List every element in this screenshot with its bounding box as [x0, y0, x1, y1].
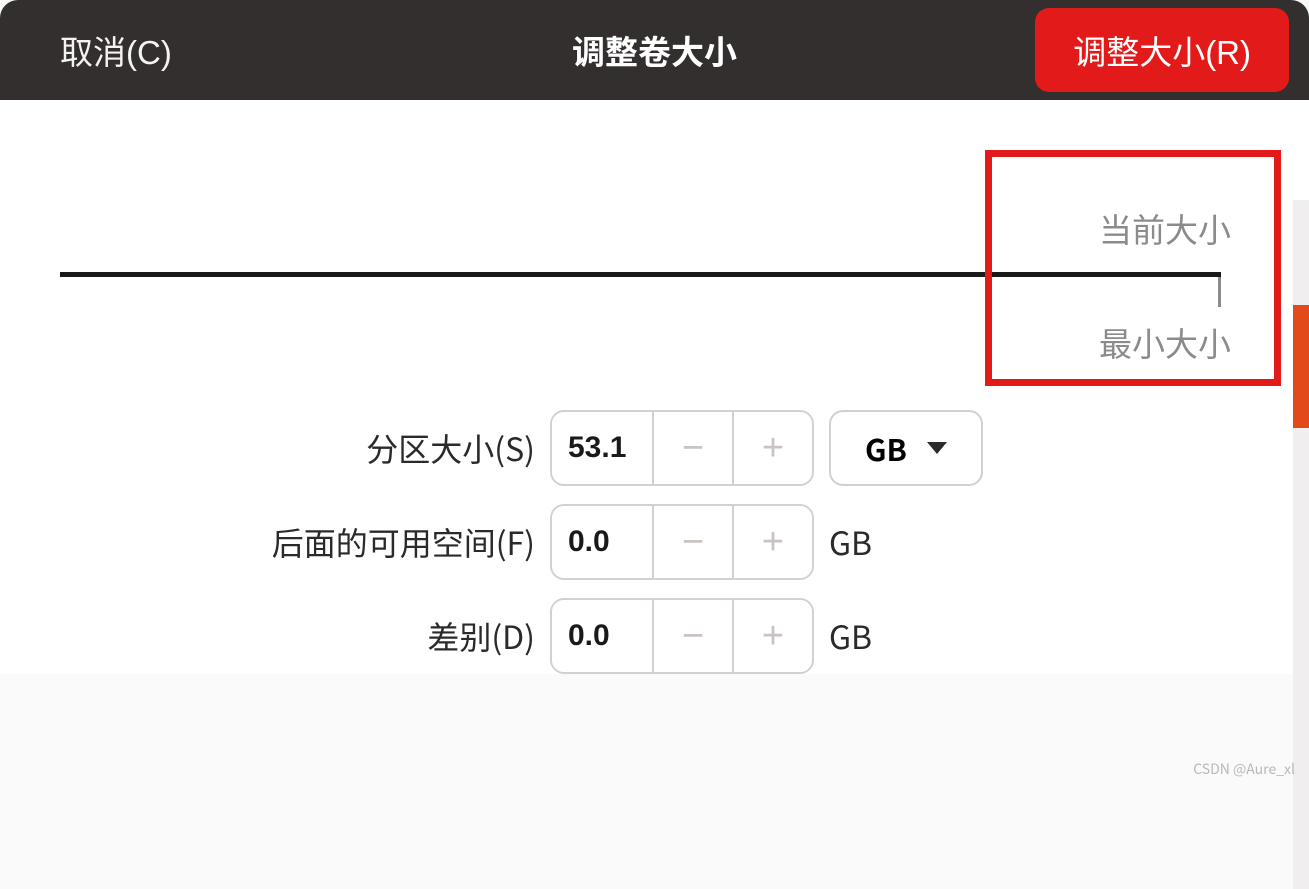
difference-row: 差别(D) − + GB: [0, 598, 1309, 674]
resize-button[interactable]: 调整大小(R): [1035, 8, 1289, 92]
partition-size-decrement[interactable]: −: [652, 412, 732, 484]
partition-size-row: 分区大小(S) − + GB: [0, 410, 1309, 486]
dialog-header: 取消(C) 调整卷大小 调整大小(R): [0, 0, 1309, 100]
size-slider-area: 当前大小 最小大小: [0, 150, 1309, 320]
min-size-label: 最小大小: [1099, 318, 1231, 366]
dialog-title: 调整卷大小: [572, 26, 737, 74]
form-area: 分区大小(S) − + GB 后面的可用空间(F) − + GB 差别(D): [0, 410, 1309, 674]
difference-spinner: − +: [550, 598, 814, 674]
partition-size-unit-value: GB: [865, 426, 907, 470]
size-slider-track[interactable]: [60, 272, 1221, 277]
free-space-row: 后面的可用空间(F) − + GB: [0, 504, 1309, 580]
free-space-increment[interactable]: +: [732, 506, 812, 578]
partition-size-input[interactable]: [552, 412, 652, 484]
slider-tick: [1218, 277, 1221, 307]
partition-size-increment[interactable]: +: [732, 412, 812, 484]
difference-unit: GB: [829, 613, 872, 659]
chevron-down-icon: [927, 442, 947, 454]
partition-size-label: 分区大小(S): [0, 425, 535, 471]
free-space-unit: GB: [829, 519, 872, 565]
right-edge-accent: [1293, 305, 1309, 428]
free-space-input[interactable]: [552, 506, 652, 578]
cancel-button[interactable]: 取消(C): [20, 8, 212, 92]
difference-input[interactable]: [552, 600, 652, 672]
free-space-spinner: − +: [550, 504, 814, 580]
difference-label: 差别(D): [0, 613, 535, 659]
watermark-text: CSDN @Aure_xl: [1193, 759, 1295, 779]
free-space-label: 后面的可用空间(F): [0, 519, 535, 565]
current-size-label: 当前大小: [1099, 210, 1231, 246]
dialog-body: 当前大小 最小大小 分区大小(S) − + GB 后面的可用空间(F) − +: [0, 100, 1309, 674]
difference-decrement[interactable]: −: [652, 600, 732, 672]
difference-increment[interactable]: +: [732, 600, 812, 672]
partition-size-spinner: − +: [550, 410, 814, 486]
partition-size-unit-select[interactable]: GB: [829, 410, 983, 486]
free-space-decrement[interactable]: −: [652, 506, 732, 578]
